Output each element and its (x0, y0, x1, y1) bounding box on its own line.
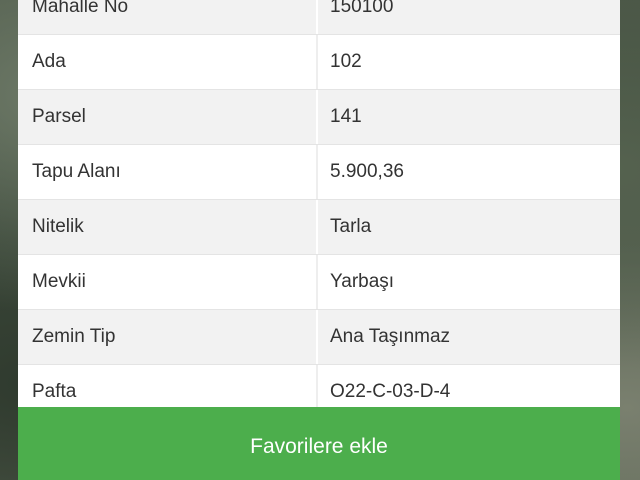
row-value: 102 (330, 51, 362, 72)
row-label: Tapu Alanı (18, 145, 318, 199)
row-label: Nitelik (18, 200, 318, 254)
add-to-favorites-button[interactable]: Favorilere ekle (18, 407, 620, 480)
row-value: 5.900,36 (330, 161, 404, 182)
table-row-mevkii: Mevkii Yarbaşı (18, 255, 620, 310)
table-row-ada: Ada 102 (18, 35, 620, 90)
parcel-details-table: Mahalle No 150100 Ada 102 Parsel 141 Tap… (18, 0, 620, 420)
table-row-zemin-tip: Zemin Tip Ana Taşınmaz (18, 310, 620, 365)
table-row-nitelik: Nitelik Tarla (18, 200, 620, 255)
table-row-parsel: Parsel 141 (18, 90, 620, 145)
row-label: Mahalle No (18, 0, 318, 34)
row-value: Ana Taşınmaz (330, 326, 451, 347)
table-row-mahalle-no: Mahalle No 150100 (18, 0, 620, 35)
row-value: Tarla (330, 216, 372, 237)
row-value: 141 (330, 106, 362, 127)
row-label: Mevkii (18, 255, 318, 309)
row-label: Ada (18, 35, 318, 89)
table-row-tapu-alani: Tapu Alanı 5.900,36 (18, 145, 620, 200)
row-value: 150100 (330, 0, 394, 17)
row-label: Parsel (18, 90, 318, 144)
row-label: Zemin Tip (18, 310, 318, 364)
row-value: Yarbaşı (330, 271, 395, 292)
